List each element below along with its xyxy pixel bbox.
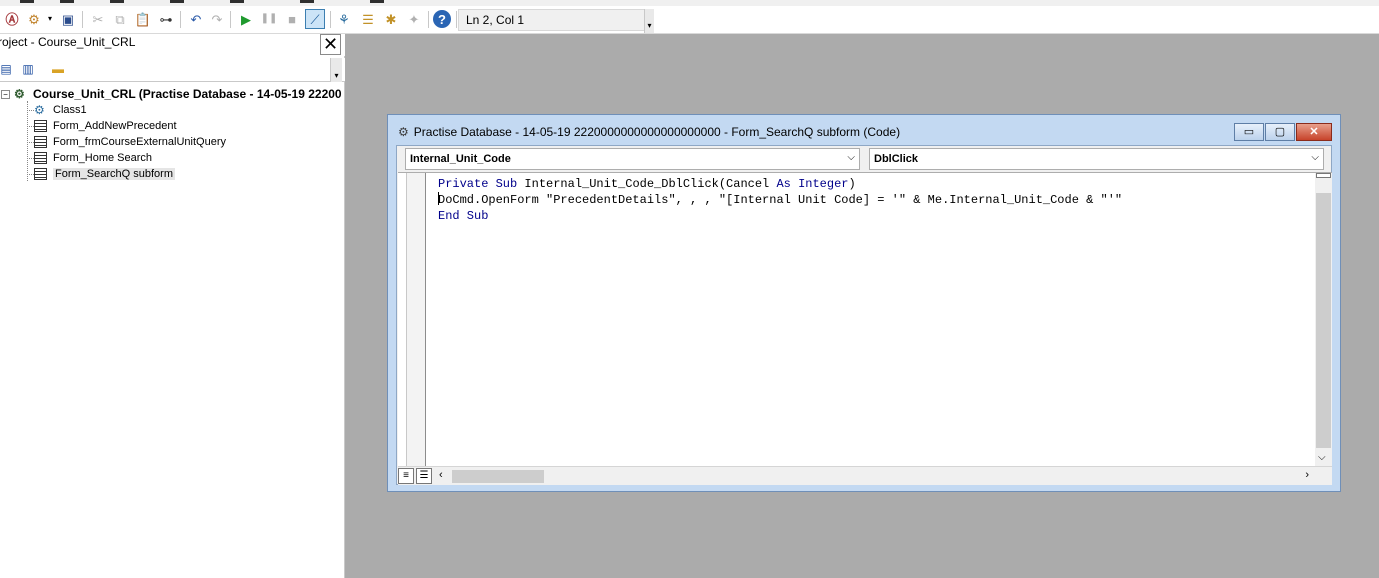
- toolbar-separator: [456, 11, 457, 28]
- save-icon[interactable]: ▣: [58, 9, 78, 29]
- code-text[interactable]: Private Sub Internal_Unit_Code_DblClick(…: [438, 176, 1122, 224]
- scrollbar-thumb[interactable]: [452, 470, 544, 483]
- tree-item-form-home-search[interactable]: Form_Home Search: [34, 150, 152, 166]
- find-icon[interactable]: ⊶: [156, 9, 176, 29]
- tree-item-label: Class1: [53, 104, 87, 116]
- chevron-right-icon[interactable]: ›: [1305, 469, 1309, 481]
- minimize-button[interactable]: ▭: [1234, 123, 1264, 141]
- toolbar-separator: [428, 11, 429, 28]
- scrollbar-thumb[interactable]: [1316, 193, 1331, 448]
- code-window-body: Internal_Unit_Code ⌵ DblClick ⌵ Private …: [396, 145, 1332, 485]
- cursor-position-status: Ln 2, Col 1: [458, 9, 648, 31]
- margin-indicator-bar[interactable]: [406, 173, 426, 466]
- class-module-icon: ⚙: [34, 103, 45, 117]
- split-bar[interactable]: [1316, 173, 1331, 178]
- help-icon[interactable]: ?: [433, 10, 451, 28]
- standard-toolbar: Ⓐ ⚙ ▾ ▣ ✂ ⧉ 📋 ⊶ ↶ ↷ ▶ ❚❚ ■ ⟋ ⚘ ☰ ✱ ✦ ? L…: [0, 6, 1379, 34]
- paste-icon[interactable]: 📋: [133, 9, 153, 29]
- code-module-icon: ⚙: [398, 125, 409, 139]
- break-icon[interactable]: ❚❚: [259, 9, 279, 29]
- access-icon[interactable]: Ⓐ: [2, 9, 22, 29]
- tree-connector: [27, 126, 34, 127]
- code-line-2: DoCmd.OpenForm "PrecedentDetails", , , "…: [438, 192, 1123, 207]
- toolbox-icon[interactable]: ✦: [404, 9, 424, 29]
- project-root-label: Course_Unit_CRL (Practise Database - 14-…: [33, 87, 342, 101]
- project-toolbar-grip[interactable]: ▾: [330, 58, 342, 82]
- code-window-title: Practise Database - 14-05-19 22200000000…: [413, 125, 901, 139]
- code-editor[interactable]: Private Sub Internal_Unit_Code_DblClick(…: [398, 172, 1332, 485]
- toolbar-overflow-grip[interactable]: ▾: [644, 9, 654, 33]
- chevron-down-icon[interactable]: ⌵: [1311, 152, 1319, 163]
- project-explorer-panel: roject - Course_Unit_CRL ✕ ▤ ▥ ▬ ▾ − ⚙ C…: [0, 34, 345, 578]
- project-explorer-titlebar: roject - Course_Unit_CRL ✕: [0, 34, 345, 56]
- tree-item-form-searchq-subform[interactable]: Form_SearchQ subform: [34, 166, 175, 182]
- project-root-node[interactable]: − ⚙ Course_Unit_CRL (Practise Database -…: [0, 86, 342, 102]
- cut-icon[interactable]: ✂: [88, 9, 108, 29]
- vba-project-icon: ⚙: [14, 87, 25, 101]
- procedure-view-icon[interactable]: ≡: [398, 468, 414, 484]
- form-module-icon: [34, 136, 47, 148]
- object-combo-value: Internal_Unit_Code: [410, 153, 511, 165]
- maximize-button[interactable]: ▢: [1265, 123, 1295, 141]
- tree-connector: [27, 158, 34, 159]
- code-window-titlebar: ⚙ Practise Database - 14-05-19 222000000…: [398, 125, 900, 139]
- view-code-icon[interactable]: ▤: [0, 61, 14, 77]
- project-tree: − ⚙ Course_Unit_CRL (Practise Database -…: [0, 86, 342, 206]
- design-mode-icon[interactable]: ⟋: [305, 9, 325, 29]
- tree-connector: [27, 101, 28, 181]
- toggle-folders-icon[interactable]: ▬: [50, 61, 66, 77]
- project-explorer-title: roject - Course_Unit_CRL: [0, 35, 136, 49]
- tree-item-class1[interactable]: ⚙ Class1: [34, 102, 87, 118]
- vertical-scrollbar[interactable]: ⌵: [1315, 173, 1332, 466]
- full-module-view-icon[interactable]: ☰: [416, 468, 432, 484]
- properties-icon[interactable]: ☰: [358, 9, 378, 29]
- redo-icon[interactable]: ↷: [207, 9, 227, 29]
- code-line-3: End Sub: [438, 209, 489, 223]
- collapse-icon[interactable]: −: [1, 89, 10, 99]
- reset-icon[interactable]: ■: [282, 9, 302, 29]
- tree-item-label: Form_Home Search: [53, 152, 153, 164]
- tree-item-label: Form_frmCourseExternalUnitQuery: [53, 136, 226, 148]
- chevron-down-icon[interactable]: ⌵: [847, 152, 855, 163]
- project-explorer-icon[interactable]: ⚘: [334, 9, 354, 29]
- tree-connector: [27, 174, 34, 175]
- object-browser-icon[interactable]: ✱: [381, 9, 401, 29]
- chevron-left-icon[interactable]: ‹: [439, 469, 443, 481]
- close-button[interactable]: ✕: [1296, 123, 1332, 141]
- code-window-bottom-bar: ≡ ☰ ‹ ›: [398, 466, 1332, 485]
- toolbar-separator: [180, 11, 181, 28]
- form-module-icon: [34, 120, 47, 132]
- form-module-icon: [34, 168, 47, 180]
- horizontal-scrollbar[interactable]: ‹ ›: [436, 468, 1312, 485]
- tree-connector: [27, 142, 34, 143]
- code-line-1: Private Sub Internal_Unit_Code_DblClick(…: [438, 177, 856, 191]
- chevron-down-icon[interactable]: ▾: [40, 9, 60, 29]
- toolbar-separator: [230, 11, 231, 28]
- run-icon[interactable]: ▶: [236, 9, 256, 29]
- toolbar-separator: [330, 11, 331, 28]
- chevron-down-icon[interactable]: ⌵: [1318, 452, 1326, 463]
- object-combo[interactable]: Internal_Unit_Code ⌵: [405, 148, 860, 170]
- toolbar-separator: [82, 11, 83, 28]
- view-object-icon[interactable]: ▥: [20, 61, 36, 77]
- copy-icon[interactable]: ⧉: [110, 9, 130, 29]
- close-icon[interactable]: ✕: [320, 34, 341, 55]
- procedure-combo[interactable]: DblClick ⌵: [869, 148, 1324, 170]
- tree-item-form-addnewprecedent[interactable]: Form_AddNewPrecedent: [34, 118, 177, 134]
- procedure-combo-value: DblClick: [874, 153, 919, 165]
- project-explorer-toolbar: ▤ ▥ ▬ ▾: [0, 58, 345, 82]
- tree-connector: [27, 110, 34, 111]
- tree-item-label: Form_SearchQ subform: [53, 168, 175, 180]
- code-window: ⚙ Practise Database - 14-05-19 222000000…: [387, 114, 1341, 492]
- tree-item-form-frmcourseexternalunitquery[interactable]: Form_frmCourseExternalUnitQuery: [34, 134, 226, 150]
- tree-item-label: Form_AddNewPrecedent: [53, 120, 177, 132]
- undo-icon[interactable]: ↶: [186, 9, 206, 29]
- form-module-icon: [34, 152, 47, 164]
